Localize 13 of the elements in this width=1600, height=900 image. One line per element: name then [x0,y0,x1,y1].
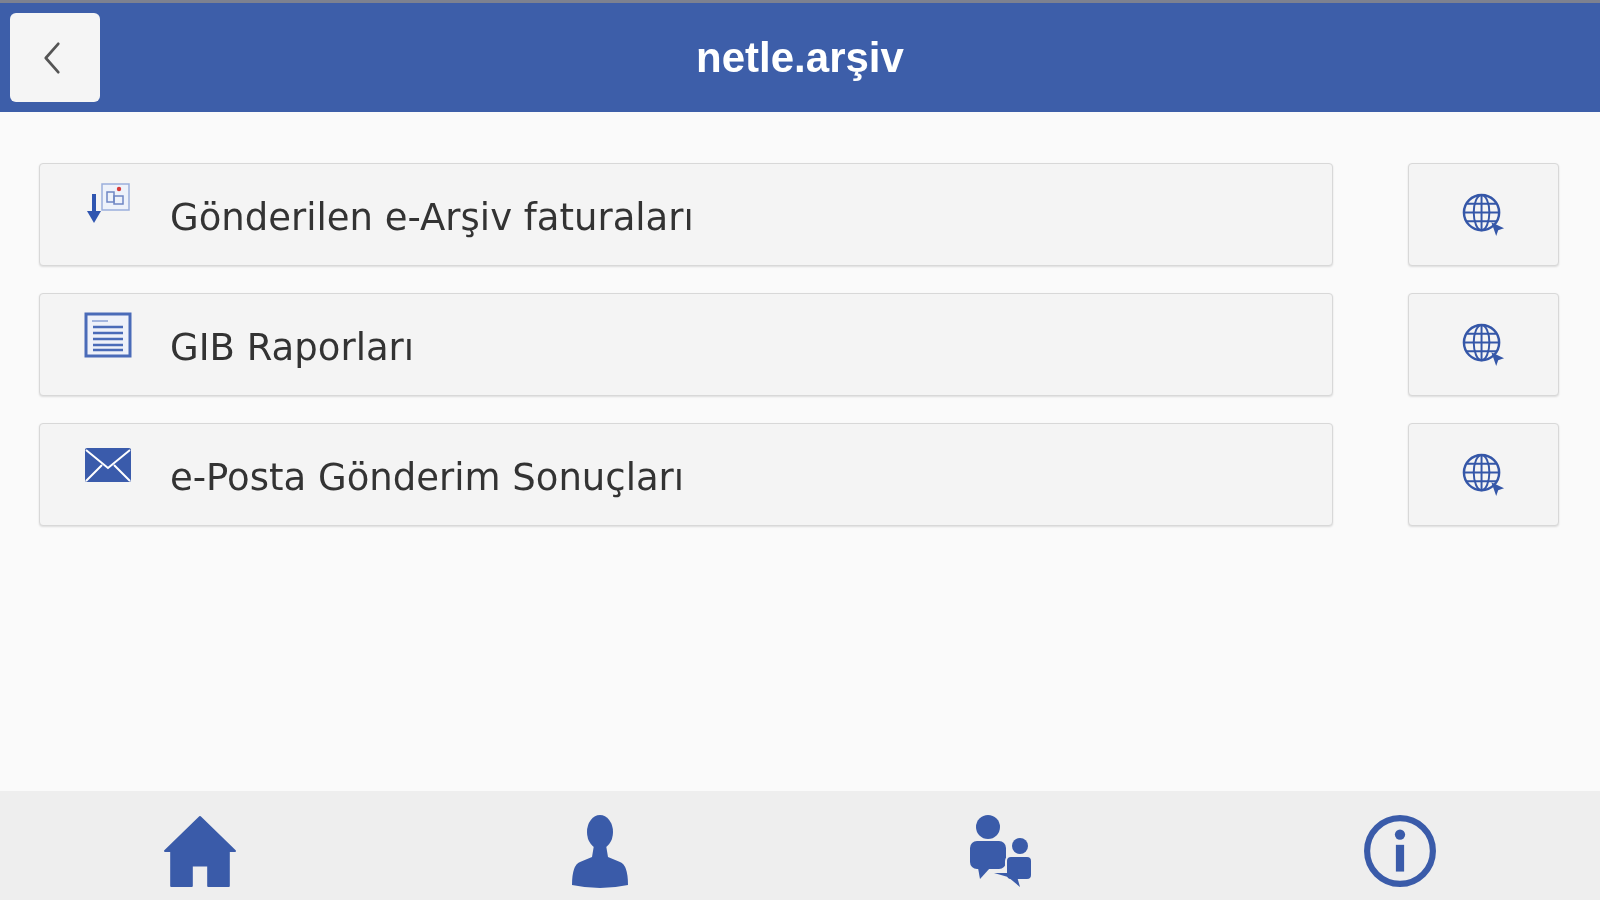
app-title: netle.arşiv [696,33,904,82]
globe-icon [1461,322,1506,367]
info-icon[interactable] [1363,812,1437,889]
menu-item[interactable]: Gönderilen e-Arşiv faturaları [39,163,1333,266]
document-lines-icon [84,312,132,358]
globe-button[interactable] [1408,293,1559,396]
globe-button[interactable] [1408,423,1559,526]
globe-button[interactable] [1408,163,1559,266]
menu-item[interactable]: GIB Raporları [39,293,1333,396]
menu-item[interactable]: e-Posta Gönderim Sonuçları [39,423,1333,526]
globe-icon [1461,452,1506,497]
chevron-left-icon [43,41,61,74]
globe-icon [1461,192,1506,237]
